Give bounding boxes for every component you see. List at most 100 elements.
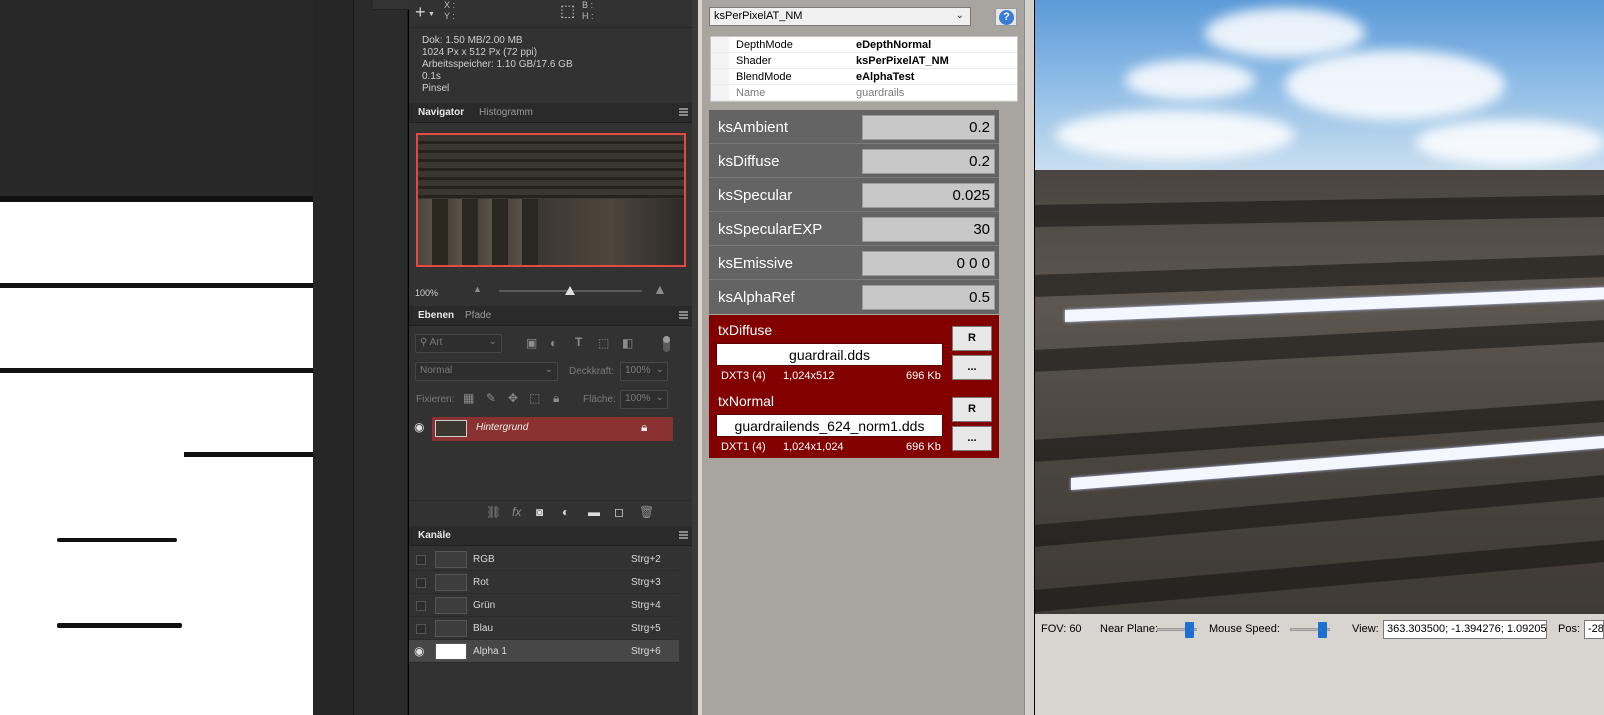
- param-input[interactable]: 0 0 0: [862, 251, 995, 276]
- param-input[interactable]: 0.2: [862, 149, 995, 174]
- channel-row-rot[interactable]: Rot Strg+3: [409, 571, 679, 594]
- channel-name: RGB: [473, 554, 495, 565]
- view-input[interactable]: 363.303500; -1.394276; 1.092056: [1383, 620, 1547, 639]
- layer-row[interactable]: ◉ Hintergrund 🔒︎: [409, 417, 692, 441]
- eye-icon[interactable]: ◉: [414, 644, 424, 658]
- folder-icon[interactable]: ▬: [588, 505, 600, 519]
- channel-name: Alpha 1: [473, 646, 507, 657]
- fx-icon[interactable]: fx: [512, 505, 521, 519]
- reload-button[interactable]: R: [952, 397, 992, 422]
- tab-kanaele[interactable]: Kanäle: [418, 530, 451, 541]
- property-value: ksPerPixelAT_NM: [856, 55, 949, 67]
- browse-button[interactable]: ...: [952, 426, 992, 451]
- eye-icon[interactable]: ◉: [414, 420, 424, 434]
- zoom-in-icon[interactable]: ▲: [653, 281, 667, 297]
- param-input[interactable]: 0.5: [862, 285, 995, 310]
- visibility-toggle[interactable]: [416, 555, 426, 565]
- lock-all-icon[interactable]: 🔒︎: [553, 391, 559, 406]
- link-icon[interactable]: ⛓: [486, 505, 501, 519]
- param-label: ksSpecularEXP: [718, 221, 823, 238]
- texture-slot-normal: txNormal guardrailends_624_norm1.dds DXT…: [709, 386, 999, 458]
- visibility-toggle[interactable]: [416, 601, 426, 611]
- property-row[interactable]: BlendMode eAlphaTest: [711, 69, 1017, 85]
- channel-row-alpha[interactable]: ◉ Alpha 1 Strg+6: [409, 640, 679, 663]
- splitter[interactable]: [1024, 0, 1034, 715]
- panel-dock-strip: [353, 0, 409, 715]
- slider-thumb[interactable]: [1185, 622, 1194, 638]
- param-input[interactable]: 0.025: [862, 183, 995, 208]
- lock-artboard-icon[interactable]: ⬚: [529, 391, 540, 405]
- visibility-toggle[interactable]: [416, 578, 426, 588]
- document-canvas[interactable]: [0, 0, 353, 715]
- trash-icon[interactable]: 🗑︎: [639, 505, 654, 519]
- channel-row-gruen[interactable]: Grün Strg+4: [409, 594, 679, 617]
- reload-button[interactable]: R: [952, 326, 992, 351]
- pos-input[interactable]: -288: [1584, 620, 1604, 639]
- shader-select[interactable]: ksPerPixelAT_NM ⌄: [709, 7, 971, 26]
- help-button[interactable]: ?: [995, 8, 1017, 26]
- visibility-toggle[interactable]: [416, 624, 426, 634]
- zoom-slider-thumb[interactable]: [565, 286, 575, 295]
- tab-navigator[interactable]: Navigator: [418, 107, 464, 118]
- param-input[interactable]: 0.2: [862, 115, 995, 140]
- lock-transparent-icon[interactable]: ▦: [463, 391, 474, 405]
- text-filter-icon[interactable]: T: [575, 335, 582, 349]
- layer-filter-select[interactable]: ⚲ Art ⌄: [415, 334, 502, 353]
- browse-button[interactable]: ...: [952, 355, 992, 380]
- property-row[interactable]: DepthMode eDepthNormal: [711, 37, 1017, 53]
- fill-input[interactable]: 100% ⌄: [620, 390, 668, 409]
- memory-usage: Arbeitsspeicher: 1.10 GB/17.6 GB: [422, 59, 573, 70]
- opacity-input[interactable]: 100% ⌄: [620, 362, 668, 381]
- property-value: guardrails: [856, 87, 905, 99]
- mask-icon[interactable]: ◙: [536, 505, 543, 519]
- channel-name: Blau: [473, 623, 494, 634]
- lock-label: Fixieren:: [416, 394, 455, 405]
- slider-thumb[interactable]: [1318, 622, 1327, 638]
- channel-row-rgb[interactable]: RGB Strg+2: [409, 548, 679, 571]
- lock-move-icon[interactable]: ✥: [508, 391, 518, 405]
- blend-mode-select[interactable]: Normal ⌄: [415, 362, 558, 381]
- new-layer-icon[interactable]: ◻: [614, 505, 624, 519]
- channel-thumbnail: [435, 574, 467, 591]
- tab-histogramm[interactable]: Histogramm: [479, 107, 533, 118]
- near-plane-slider[interactable]: [1157, 622, 1197, 638]
- texture-file[interactable]: guardrailends_624_norm1.dds: [716, 414, 943, 437]
- opacity-label: Deckkraft:: [569, 366, 615, 377]
- lock-paint-icon[interactable]: ✎: [486, 391, 496, 405]
- param-label: ksAmbient: [718, 119, 789, 136]
- shape-filter-icon[interactable]: ⬚: [598, 336, 609, 350]
- dock-tab[interactable]: [373, 0, 409, 10]
- opacity-value: 100%: [625, 365, 651, 376]
- param-row-ksdiffuse: ksDiffuse 0.2: [709, 144, 999, 178]
- tab-pfade[interactable]: Pfade: [465, 310, 491, 321]
- filter-toggle[interactable]: [663, 336, 670, 352]
- shader-params: ksAmbient 0.2 ksDiffuse 0.2 ksSpecular 0…: [709, 110, 999, 314]
- channel-shortcut: Strg+4: [631, 600, 661, 611]
- panel-menu-icon[interactable]: [679, 531, 688, 539]
- texture-file[interactable]: guardrail.dds: [716, 343, 943, 366]
- property-row[interactable]: Name guardrails: [711, 85, 1017, 101]
- adjustment-icon[interactable]: ◐: [562, 505, 569, 519]
- channel-row-blau[interactable]: Blau Strg+5: [409, 617, 679, 640]
- property-row[interactable]: Shader ksPerPixelAT_NM: [711, 53, 1017, 69]
- navigator-preview[interactable]: [416, 133, 686, 267]
- smartobject-filter-icon[interactable]: ◧: [622, 336, 633, 350]
- zoom-out-icon[interactable]: ▲: [473, 284, 482, 294]
- texture-slot-diffuse: txDiffuse guardrail.dds DXT3 (4) 1,024x5…: [709, 315, 999, 387]
- channel-name: Rot: [473, 577, 489, 588]
- adjustment-filter-icon[interactable]: ◐: [550, 336, 557, 350]
- 3d-viewport[interactable]: [1035, 0, 1604, 614]
- panel-menu-icon[interactable]: [679, 311, 688, 319]
- param-input[interactable]: 30: [862, 217, 995, 242]
- channel-shortcut: Strg+2: [631, 554, 661, 565]
- tab-ebenen[interactable]: Ebenen: [418, 310, 454, 321]
- zoom-level[interactable]: 100%: [415, 288, 438, 298]
- mouse-speed-slider[interactable]: [1290, 622, 1330, 638]
- panel-menu-icon[interactable]: [679, 108, 688, 116]
- layer-thumbnail: [435, 420, 467, 437]
- x-label: X :: [444, 0, 456, 10]
- current-tool: Pinsel: [422, 83, 450, 94]
- property-value: eDepthNormal: [856, 39, 932, 51]
- image-filter-icon[interactable]: ▣: [526, 336, 537, 350]
- lock-icon: 🔒︎: [641, 420, 648, 434]
